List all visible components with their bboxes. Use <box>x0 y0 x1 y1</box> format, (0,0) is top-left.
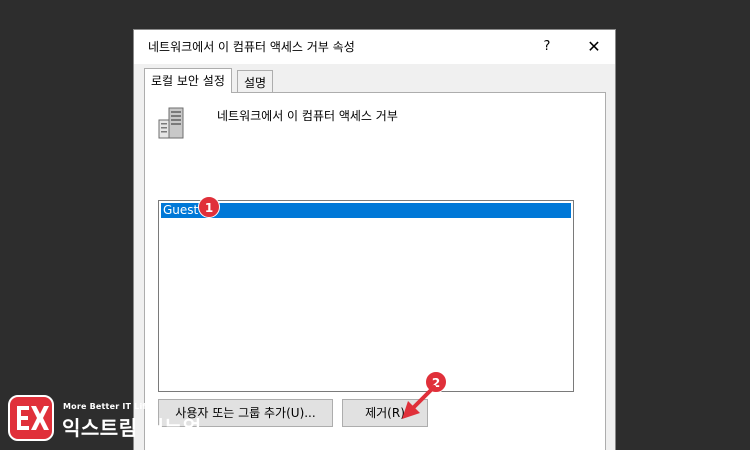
tab-panel: 네트워크에서 이 컴퓨터 액세스 거부 Guest 사용자 또는 그룹 추가(U… <box>144 92 606 450</box>
logo-tagline: More Better IT Life <box>63 402 152 411</box>
tab-local-security-setting[interactable]: 로컬 보안 설정 <box>144 68 232 93</box>
arrow-icon <box>402 385 436 419</box>
server-icon <box>158 107 184 139</box>
site-logo: More Better IT Life 익스트림 매뉴얼 <box>7 394 207 444</box>
close-icon: ✕ <box>587 37 601 56</box>
tab-explain[interactable]: 설명 <box>237 70 274 92</box>
step-badge-1: 1 <box>198 196 220 218</box>
dialog-title: 네트워크에서 이 컴퓨터 액세스 거부 속성 <box>148 40 355 54</box>
list-item-guest[interactable]: Guest <box>161 203 571 218</box>
properties-dialog: 네트워크에서 이 컴퓨터 액세스 거부 속성 ? ✕ 로컬 보안 설정 설명 네… <box>133 29 616 450</box>
title-bar: 네트워크에서 이 컴퓨터 액세스 거부 속성 ? ✕ <box>134 30 615 64</box>
policy-name: 네트워크에서 이 컴퓨터 액세스 거부 <box>217 109 398 123</box>
logo-mark-icon <box>8 395 54 441</box>
logo-name: 익스트림 매뉴얼 <box>62 416 202 440</box>
users-listbox[interactable]: Guest <box>158 200 574 392</box>
close-button[interactable]: ✕ <box>578 34 610 60</box>
help-button[interactable]: ? <box>532 34 562 60</box>
